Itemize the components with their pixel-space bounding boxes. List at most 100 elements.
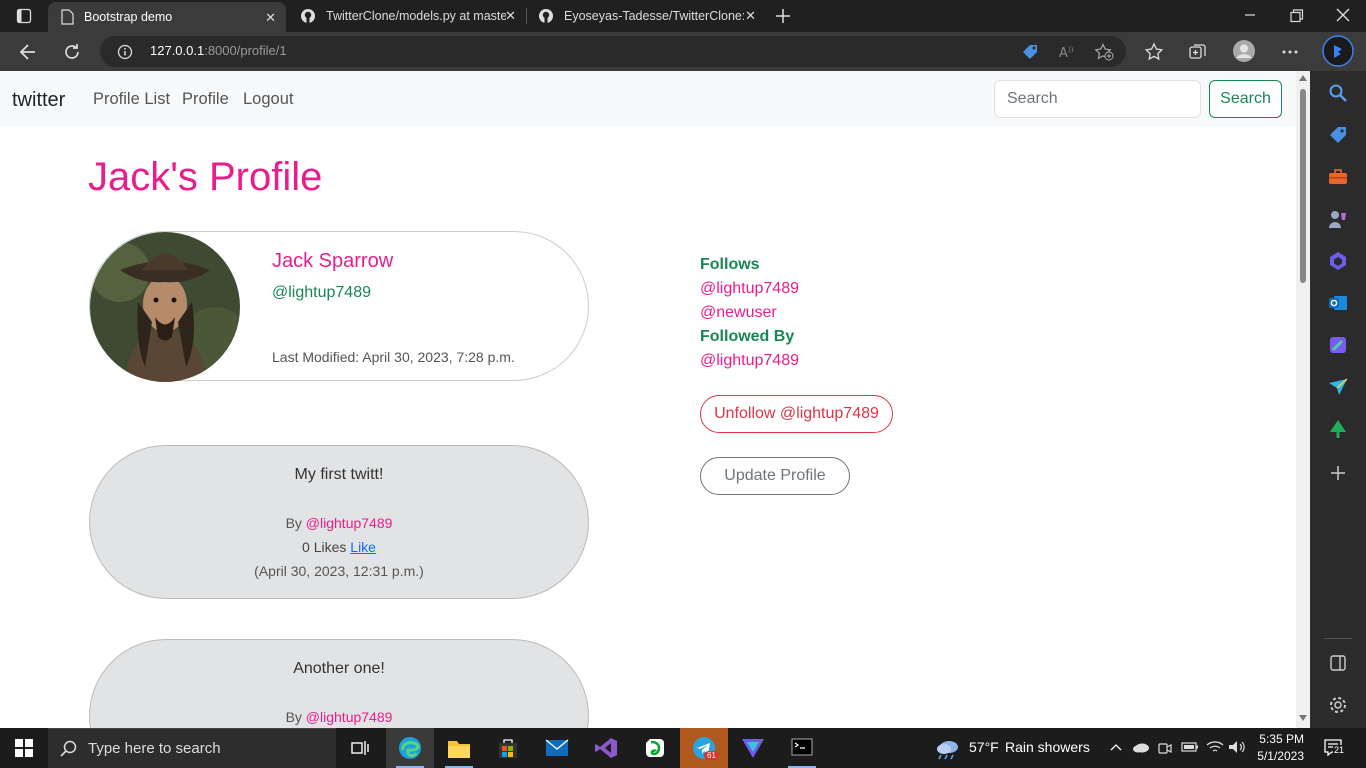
follows-link[interactable]: @lightup7489 [700, 277, 1100, 301]
windows-start-icon[interactable] [15, 739, 33, 757]
battery-icon[interactable] [1181, 741, 1199, 753]
tweet-card: My first twitt! By @lightup7489 0 Likes … [89, 445, 589, 599]
mail-icon[interactable] [533, 728, 581, 768]
tweet-author-line: By @lightup7489 [90, 709, 588, 725]
github-icon [538, 8, 554, 24]
add-icon[interactable] [1328, 463, 1348, 483]
vpn-app-icon[interactable] [729, 728, 777, 768]
scroll-down-icon[interactable] [1299, 715, 1307, 721]
page-scrollbar[interactable] [1296, 71, 1310, 728]
close-tab-icon[interactable]: ✕ [745, 8, 756, 24]
restore-icon[interactable] [1290, 9, 1304, 23]
weather-text[interactable]: Rain showers [1005, 739, 1090, 755]
close-tab-icon[interactable]: ✕ [265, 10, 276, 26]
close-tab-icon[interactable]: ✕ [505, 8, 516, 24]
terminal-icon[interactable] [778, 728, 826, 768]
collections-icon[interactable] [1188, 42, 1208, 62]
avatar[interactable] [1233, 40, 1255, 62]
file-explorer-icon[interactable] [435, 728, 483, 768]
windows-taskbar: Type here to search 61 57°F Rain showers… [0, 728, 1366, 768]
tree-icon[interactable] [1328, 419, 1348, 439]
add-favorite-icon[interactable] [1094, 43, 1114, 61]
back-icon[interactable] [18, 42, 38, 62]
info-icon[interactable] [117, 44, 133, 60]
sidebar-divider [1324, 638, 1352, 639]
sidebar-toggle-icon[interactable] [1328, 653, 1348, 673]
nav-logout[interactable]: Logout [243, 90, 293, 109]
telegram-badge: 61 [704, 751, 719, 760]
taskbar-clock[interactable]: 5:35 PM 5/1/2023 [1252, 731, 1304, 765]
minimize-icon[interactable] [1244, 9, 1256, 21]
svg-text:)): )) [1068, 46, 1074, 54]
volume-icon[interactable] [1228, 740, 1246, 754]
tab-github-models[interactable]: TwitterClone/models.py at maste ✕ [288, 0, 526, 32]
evernote-icon[interactable] [631, 728, 679, 768]
nav-profile[interactable]: Profile [182, 90, 229, 109]
unfollow-button[interactable]: Unfollow @lightup7489 [700, 395, 893, 433]
like-link[interactable]: Like [350, 539, 376, 555]
copilot-icon[interactable] [1328, 251, 1348, 271]
onedrive-icon[interactable] [1132, 741, 1150, 753]
like-count: 0 Likes [302, 539, 347, 555]
more-menu-icon[interactable] [1280, 42, 1300, 62]
page-content: Jack's Profile Jack Sparrow @lightup7489… [0, 127, 1296, 728]
search-input[interactable]: Search [994, 80, 1201, 118]
refresh-icon[interactable] [62, 42, 82, 62]
close-window-icon[interactable] [1336, 8, 1350, 22]
tweet-card: Another one! By @lightup7489 [89, 639, 589, 728]
new-tab-icon[interactable] [774, 7, 792, 25]
task-view-icon[interactable] [336, 728, 384, 768]
tab-bootstrap-demo[interactable]: Bootstrap demo ✕ [48, 2, 286, 32]
address-bar[interactable]: 127.0.0.1:8000/profile/1 A)) [100, 36, 1126, 67]
url-host: 127.0.0.1 [150, 43, 205, 58]
page-title: Jack's Profile [88, 155, 323, 199]
taskbar-search-input[interactable]: Type here to search [48, 728, 336, 768]
tweet-author-link[interactable]: @lightup7489 [306, 515, 393, 531]
weather-rain-icon[interactable] [935, 736, 961, 760]
outlook-icon[interactable] [1328, 293, 1348, 313]
url-path: :8000/profile/1 [204, 43, 287, 58]
url-text: 127.0.0.1:8000/profile/1 [150, 43, 287, 58]
gear-icon[interactable] [1328, 695, 1348, 715]
nav-profile-list[interactable]: Profile List [93, 90, 170, 109]
games-icon[interactable] [1328, 209, 1348, 229]
read-aloud-icon[interactable]: A)) [1058, 43, 1076, 61]
profile-card: Jack Sparrow @lightup7489 Last Modified:… [89, 231, 589, 382]
meet-now-icon[interactable] [1157, 740, 1173, 756]
wifi-icon[interactable] [1206, 740, 1224, 754]
brand-logo[interactable]: twitter [12, 89, 65, 112]
tools-icon[interactable] [1328, 167, 1348, 187]
edge-taskbar-icon[interactable] [386, 728, 434, 768]
visual-studio-icon[interactable] [582, 728, 630, 768]
svg-text:A: A [1059, 46, 1068, 61]
send-icon[interactable] [1328, 377, 1348, 397]
follows-link[interactable]: @newuser [700, 301, 1100, 325]
favorites-icon[interactable] [1144, 42, 1164, 62]
chevron-up-icon[interactable] [1110, 742, 1122, 752]
browser-tab-bar: Bootstrap demo ✕ TwitterClone/models.py … [0, 0, 1366, 32]
followed-by-heading: Followed By [700, 328, 795, 345]
bing-icon[interactable] [1322, 35, 1354, 67]
scroll-up-icon[interactable] [1299, 75, 1307, 81]
weather-temp[interactable]: 57°F [969, 739, 999, 755]
designer-icon[interactable] [1328, 335, 1348, 355]
search-icon[interactable] [1328, 83, 1348, 103]
by-label: By [285, 709, 302, 725]
update-profile-button[interactable]: Update Profile [700, 457, 850, 495]
scrollbar-thumb[interactable] [1300, 89, 1306, 283]
followed-by-link[interactable]: @lightup7489 [700, 349, 1100, 373]
tweet-author-link[interactable]: @lightup7489 [306, 709, 393, 725]
site-navbar: twitter Profile List Profile Logout Sear… [0, 71, 1296, 127]
notification-icon[interactable]: 21 [1324, 738, 1346, 758]
tab-github-repo[interactable]: Eyoseyas-Tadesse/TwitterClone: S ✕ [526, 0, 766, 32]
clock-time: 5:35 PM [1259, 732, 1304, 746]
tab-actions-icon[interactable] [16, 8, 32, 24]
tab-title: Bootstrap demo [84, 10, 173, 24]
shopping-tag-icon[interactable] [1021, 43, 1039, 61]
shopping-icon[interactable] [1328, 125, 1348, 145]
telegram-icon[interactable]: 61 [680, 728, 728, 768]
follows-heading: Follows [700, 256, 760, 273]
store-icon[interactable] [484, 728, 532, 768]
profile-handle: @lightup7489 [272, 284, 371, 301]
search-button[interactable]: Search [1209, 80, 1282, 118]
